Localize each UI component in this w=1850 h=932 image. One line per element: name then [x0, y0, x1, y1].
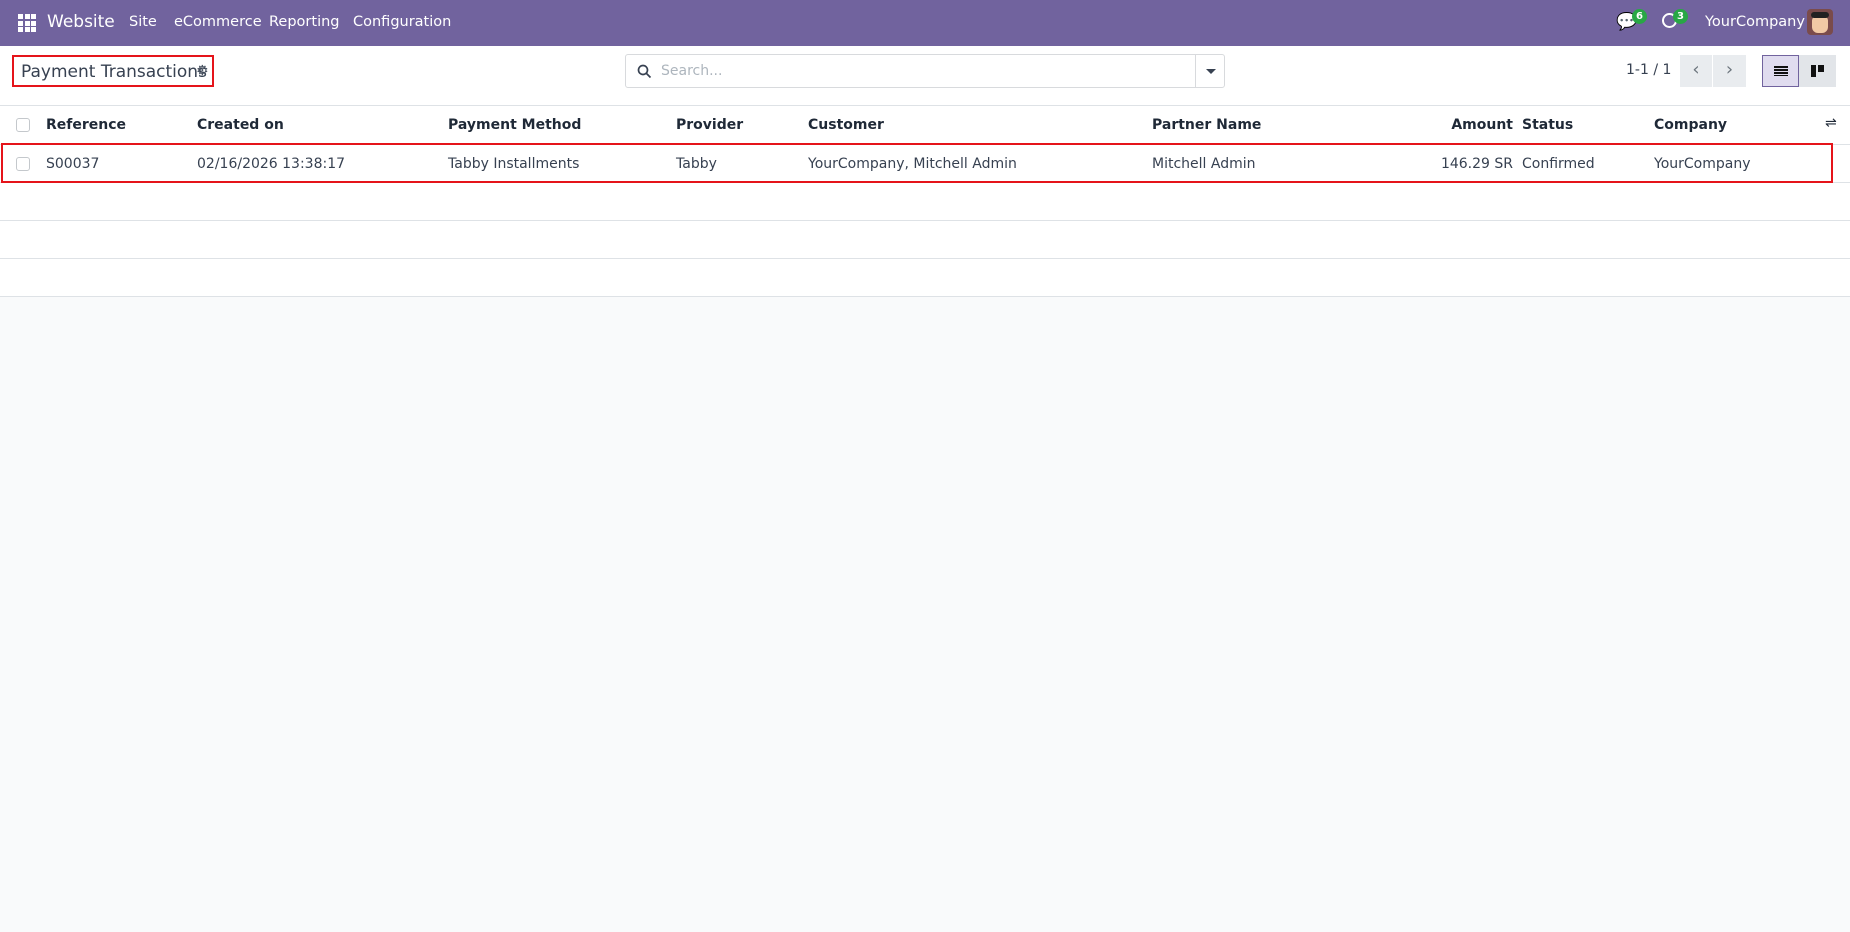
transactions-table: Reference Created on Payment Method Prov…: [0, 106, 1850, 297]
empty-row: [0, 183, 1850, 221]
app-name[interactable]: Website: [47, 12, 115, 32]
column-customer[interactable]: Customer: [808, 117, 884, 133]
apps-menu-icon[interactable]: [18, 14, 36, 32]
column-payment-method[interactable]: Payment Method: [448, 117, 581, 133]
pager-next-button[interactable]: ›: [1713, 55, 1746, 87]
empty-row: [0, 221, 1850, 259]
cell-company: YourCompany: [1654, 156, 1751, 172]
column-provider[interactable]: Provider: [676, 117, 743, 133]
list-view-button[interactable]: [1762, 55, 1799, 87]
column-reference[interactable]: Reference: [46, 117, 126, 133]
top-navbar: Website Site eCommerce Reporting Configu…: [0, 0, 1850, 46]
optional-columns-icon[interactable]: ⇌: [1825, 115, 1837, 131]
row-checkbox[interactable]: [16, 157, 30, 171]
page-title: Payment Transactions: [21, 62, 207, 82]
company-switcher[interactable]: YourCompany: [1705, 14, 1805, 30]
kanban-icon: [1811, 65, 1816, 77]
activities-badge: 3: [1673, 9, 1688, 24]
menu-configuration[interactable]: Configuration: [353, 14, 451, 30]
cell-created-on: 02/16/2026 13:38:17: [197, 156, 346, 172]
column-partner-name[interactable]: Partner Name: [1152, 117, 1261, 133]
breadcrumb: Payment Transactions ⚙: [12, 55, 214, 87]
column-created-on[interactable]: Created on: [197, 117, 284, 133]
menu-site[interactable]: Site: [129, 14, 157, 30]
user-avatar[interactable]: [1807, 9, 1833, 35]
search-icon: [637, 64, 652, 79]
cell-partner-name: Mitchell Admin: [1152, 156, 1256, 172]
activities-button[interactable]: 3: [1660, 0, 1690, 46]
cell-status: Confirmed: [1522, 156, 1595, 172]
messages-button[interactable]: 💬 6: [1616, 0, 1647, 46]
cell-reference: S00037: [46, 156, 100, 172]
menu-ecommerce[interactable]: eCommerce: [174, 14, 262, 30]
messages-badge: 6: [1632, 9, 1647, 24]
menu-reporting[interactable]: Reporting: [269, 14, 340, 30]
column-company[interactable]: Company: [1654, 117, 1727, 133]
empty-row: [0, 259, 1850, 297]
cell-provider: Tabby: [676, 156, 717, 172]
kanban-view-button[interactable]: [1799, 55, 1836, 87]
gear-icon[interactable]: ⚙: [196, 63, 209, 79]
cell-customer: YourCompany, Mitchell Admin: [808, 156, 1017, 172]
pager-value[interactable]: 1-1 / 1: [1626, 62, 1671, 78]
table-header: Reference Created on Payment Method Prov…: [0, 106, 1850, 145]
control-panel: Payment Transactions ⚙ 1-1 / 1 ‹ ›: [0, 46, 1850, 106]
search-bar: [625, 54, 1225, 88]
table-row[interactable]: S00037 02/16/2026 13:38:17 Tabby Install…: [0, 143, 1850, 183]
select-all-checkbox[interactable]: [16, 118, 30, 132]
pager-previous-button[interactable]: ‹: [1680, 55, 1713, 87]
column-status[interactable]: Status: [1522, 117, 1573, 133]
search-input[interactable]: [661, 61, 1181, 81]
cell-payment-method: Tabby Installments: [448, 156, 580, 172]
cell-amount: 146.29 SR: [1440, 156, 1513, 172]
column-amount[interactable]: Amount: [1451, 117, 1513, 133]
list-icon: [1774, 66, 1788, 76]
search-options-toggle[interactable]: [1195, 55, 1224, 87]
